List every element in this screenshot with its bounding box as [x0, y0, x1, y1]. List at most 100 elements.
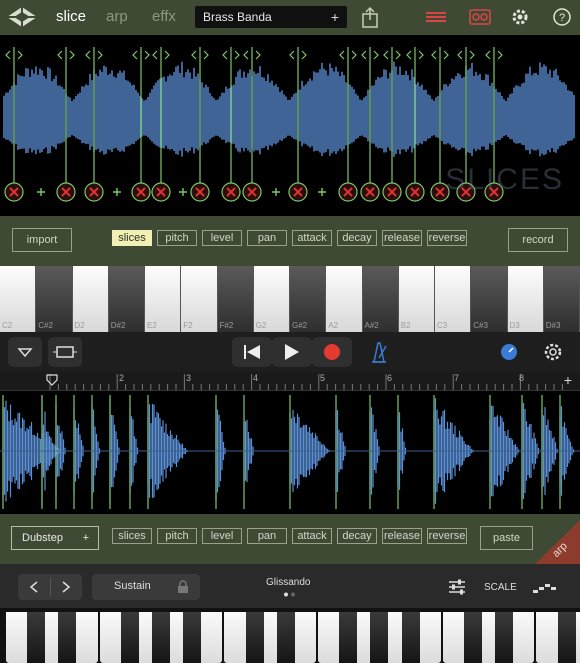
- timeline-ruler[interactable]: 2 3 4 5 6 7 8 +: [0, 372, 580, 391]
- ruler-ticks: [49, 374, 563, 390]
- paste-button[interactable]: paste: [480, 526, 533, 550]
- instrument-black-key[interactable]: [495, 612, 514, 663]
- rewind-button[interactable]: [232, 337, 272, 367]
- import-button[interactable]: import: [12, 228, 72, 252]
- octave-up-icon[interactable]: [50, 574, 82, 600]
- piano-key[interactable]: F2: [181, 266, 218, 332]
- param-pan[interactable]: pan: [247, 230, 287, 246]
- param-reverse[interactable]: reverse: [427, 230, 467, 246]
- instrument-black-key[interactable]: [152, 612, 170, 663]
- param-decay[interactable]: decay: [337, 230, 377, 246]
- instrument-black-key[interactable]: [401, 612, 420, 663]
- piano-key[interactable]: D#3: [543, 266, 580, 332]
- instrument-black-key[interactable]: [557, 612, 576, 663]
- slice-waveform[interactable]: SLICES: [0, 35, 580, 216]
- record-button[interactable]: record: [508, 228, 568, 252]
- instrument-black-key[interactable]: [339, 612, 358, 663]
- slice-keyboard[interactable]: C2 C#2 D2 D#2 E2 F2 F#2 G2 G#2 A2 A#2 B2 C3 C#3 D3 D#3: [0, 266, 580, 332]
- instrument-black-key[interactable]: [183, 612, 202, 663]
- arp-waveform[interactable]: [0, 391, 580, 514]
- ruler-bar-5: 5: [320, 373, 326, 383]
- piano-key-label: D#2: [110, 321, 126, 330]
- piano-key[interactable]: D2: [72, 266, 109, 332]
- piano-roll-icon[interactable]: [424, 6, 448, 28]
- arp-waveform-canvas[interactable]: [0, 391, 580, 514]
- add-slice-icon[interactable]: [37, 188, 45, 196]
- instrument-black-key[interactable]: [27, 612, 46, 663]
- param-attack[interactable]: attack: [292, 230, 332, 246]
- logo-icon[interactable]: [6, 6, 38, 28]
- arp-param-slices[interactable]: slices: [112, 528, 152, 544]
- param-pitch[interactable]: pitch: [157, 230, 197, 246]
- tab-effx[interactable]: effx: [152, 8, 176, 25]
- piano-key[interactable]: C#3: [471, 266, 508, 332]
- playhead-icon[interactable]: [46, 374, 60, 386]
- piano-key[interactable]: C2: [0, 266, 37, 332]
- instrument-black-key[interactable]: [370, 612, 389, 663]
- add-slice-icon[interactable]: [113, 188, 121, 196]
- instrument-black-key[interactable]: [464, 612, 482, 663]
- arpeggiator-icon[interactable]: [532, 580, 558, 596]
- add-slice-icon[interactable]: [318, 188, 326, 196]
- piano-key[interactable]: A2: [326, 266, 363, 332]
- play-button[interactable]: [272, 337, 312, 367]
- arp-param-release[interactable]: release: [382, 528, 422, 544]
- glissando-label[interactable]: Glissando: [266, 577, 310, 588]
- pattern-add-button[interactable]: +: [83, 527, 89, 549]
- arp-param-level[interactable]: level: [202, 528, 242, 544]
- add-slice-icon[interactable]: [179, 188, 187, 196]
- tab-arp[interactable]: arp: [106, 8, 128, 25]
- gear-icon[interactable]: [508, 6, 532, 28]
- slices-watermark: SLICES: [445, 163, 564, 196]
- tape-icon[interactable]: [468, 6, 492, 28]
- piano-key-label: C3: [437, 321, 448, 330]
- param-slices[interactable]: slices: [112, 230, 152, 246]
- octave-down-icon[interactable]: [18, 574, 50, 600]
- metronome-icon[interactable]: [368, 340, 390, 364]
- settings-icon[interactable]: [542, 341, 564, 363]
- piano-key[interactable]: G2: [253, 266, 290, 332]
- param-level[interactable]: level: [202, 230, 242, 246]
- piano-key[interactable]: A#2: [362, 266, 399, 332]
- param-release[interactable]: release: [382, 230, 422, 246]
- instrument-black-key[interactable]: [276, 612, 295, 663]
- instrument-black-key[interactable]: [58, 612, 77, 663]
- pattern-selector[interactable]: Dubstep +: [11, 526, 99, 550]
- collapse-button[interactable]: [8, 337, 42, 367]
- loop-button[interactable]: [48, 337, 82, 367]
- add-track-button[interactable]: +: [564, 372, 572, 388]
- piano-key[interactable]: C#2: [36, 266, 73, 332]
- mixer-icon[interactable]: [447, 578, 467, 596]
- arp-param-reverse[interactable]: reverse: [427, 528, 467, 544]
- loop-icon: [53, 346, 77, 358]
- preset-add-button[interactable]: +: [331, 6, 339, 28]
- piano-key[interactable]: E2: [145, 266, 182, 332]
- arp-param-pan[interactable]: pan: [247, 528, 287, 544]
- lock-icon: [178, 580, 188, 593]
- preset-selector[interactable]: Brass Banda +: [195, 6, 347, 28]
- svg-text:?: ?: [559, 12, 565, 24]
- scale-button[interactable]: SCALE: [484, 582, 517, 593]
- piano-key[interactable]: B2: [398, 266, 435, 332]
- piano-key[interactable]: F#2: [217, 266, 254, 332]
- instrument-black-key[interactable]: [245, 612, 264, 663]
- arp-param-pitch[interactable]: pitch: [157, 528, 197, 544]
- record-transport-button[interactable]: [312, 337, 352, 367]
- tab-slice[interactable]: slice: [56, 8, 86, 25]
- instrument-keyboard[interactable]: [0, 608, 580, 663]
- help-icon[interactable]: ?: [550, 6, 574, 28]
- piano-key-label: C2: [2, 321, 13, 330]
- add-slice-icon[interactable]: [272, 188, 280, 196]
- ruler-bar-8: 8: [519, 373, 525, 383]
- tuner-icon[interactable]: [498, 341, 520, 363]
- sustain-button[interactable]: Sustain: [92, 574, 200, 600]
- share-icon[interactable]: [358, 6, 382, 28]
- piano-key-label: D2: [74, 321, 85, 330]
- piano-key[interactable]: G#2: [290, 266, 327, 332]
- arp-param-attack[interactable]: attack: [292, 528, 332, 544]
- piano-key[interactable]: D#2: [108, 266, 145, 332]
- instrument-black-key[interactable]: [120, 612, 139, 663]
- piano-key[interactable]: D3: [507, 266, 544, 332]
- arp-param-decay[interactable]: decay: [337, 528, 377, 544]
- piano-key[interactable]: C3: [435, 266, 472, 332]
